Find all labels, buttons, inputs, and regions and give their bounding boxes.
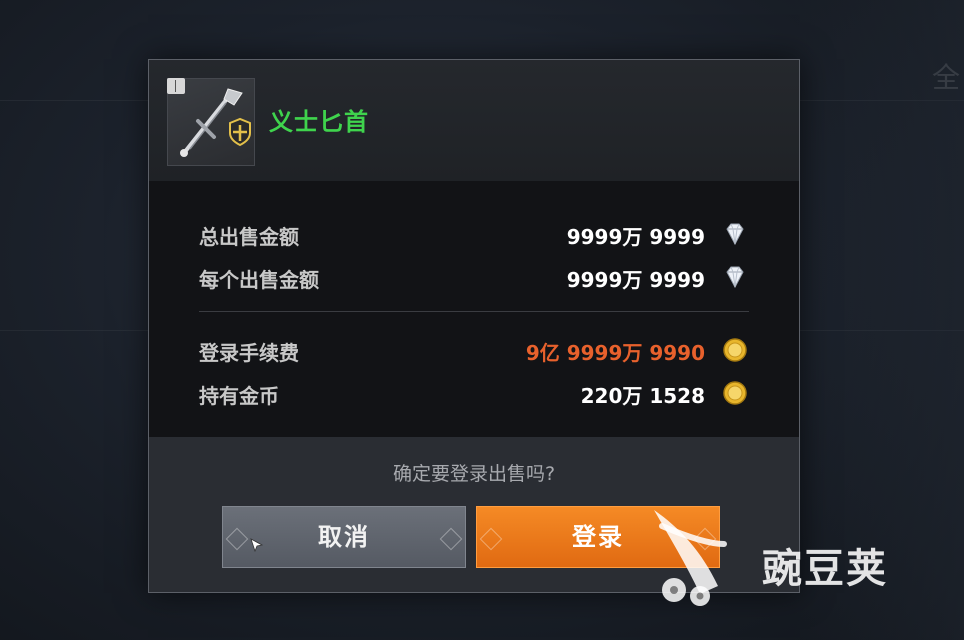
- total-price-label: 总出售金额: [199, 225, 299, 249]
- cancel-button-label: 取消: [318, 523, 370, 551]
- cancel-button[interactable]: 取消: [222, 506, 466, 568]
- listing-fee-label: 登录手续费: [199, 341, 299, 365]
- total-price-row: 总出售金额 9999万 9999: [199, 217, 749, 249]
- background-ghost-glyph: 全: [931, 61, 960, 94]
- button-ornament: [439, 527, 463, 551]
- book-icon: [167, 78, 185, 94]
- unit-price-value: 9999万 9999: [566, 268, 705, 292]
- divider: [199, 311, 749, 312]
- diamond-icon: [726, 266, 744, 289]
- confirm-message: 确定要登录出售吗?: [392, 463, 556, 485]
- price-details: 总出售金额 9999万 9999 每个出售金额 9999万 9999 登录手续费…: [149, 181, 799, 437]
- pea-pod-logo-icon: [654, 510, 727, 606]
- gold-owned-label: 持有金币: [199, 384, 279, 408]
- item-header: 义士匕首: [149, 60, 799, 181]
- gold-owned-row: 持有金币 220万 1528: [199, 376, 749, 408]
- cursor-icon: [250, 538, 264, 552]
- watermark-text: 豌豆荚: [762, 546, 888, 592]
- button-ornament: [479, 527, 503, 551]
- listing-fee-value: 9亿 9999万 9990: [525, 341, 705, 365]
- gold-coin-icon: [723, 338, 747, 362]
- register-button-label: 登录: [572, 523, 624, 551]
- unit-price-row: 每个出售金额 9999万 9999: [199, 260, 749, 292]
- gold-coin-icon: [723, 381, 747, 405]
- diamond-icon: [726, 223, 744, 246]
- item-name: 义士匕首: [269, 108, 369, 136]
- button-ornament: [225, 527, 249, 551]
- unit-price-label: 每个出售金额: [199, 268, 319, 292]
- gold-owned-value: 220万 1528: [580, 384, 705, 408]
- total-price-value: 9999万 9999: [566, 225, 705, 249]
- listing-fee-row: 登录手续费 9亿 9999万 9990: [199, 333, 749, 365]
- watermark: 豌豆荚: [640, 508, 940, 608]
